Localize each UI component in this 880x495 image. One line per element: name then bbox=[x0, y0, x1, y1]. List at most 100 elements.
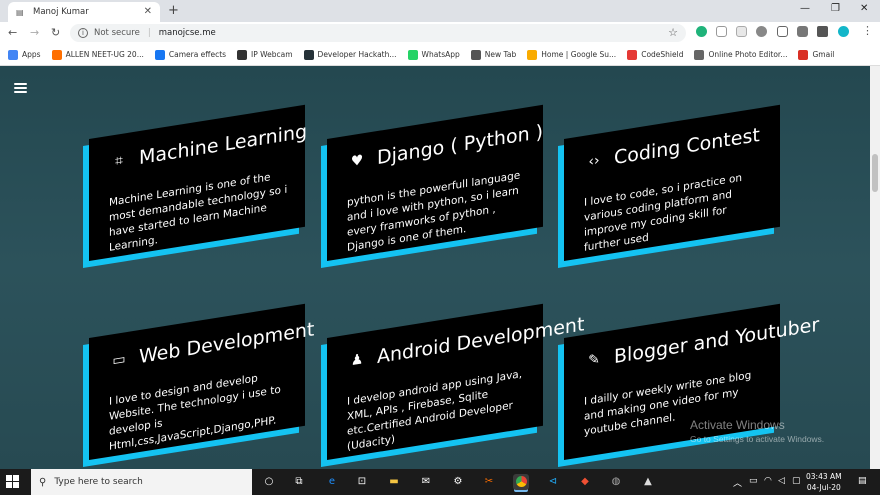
bookmark-label: Online Photo Editor... bbox=[708, 50, 788, 59]
tray-network-icon[interactable]: ▭ bbox=[749, 476, 758, 486]
bookmark-item[interactable]: Apps bbox=[8, 49, 41, 60]
bookmark-label: New Tab bbox=[484, 50, 517, 59]
snip-tool-icon[interactable]: ✂ bbox=[481, 474, 497, 490]
tray-chevron-up-icon[interactable]: ︿ bbox=[733, 476, 742, 489]
tab-title: Manoj Kumar bbox=[33, 7, 89, 17]
skill-card-icon: ▭ bbox=[112, 351, 126, 370]
address-bar[interactable]: i Not secure | manojcse.me ☆ bbox=[70, 24, 686, 42]
app-globe-icon[interactable]: ◍ bbox=[608, 474, 624, 490]
extension-page-icon[interactable] bbox=[736, 26, 747, 37]
bookmark-favicon-icon bbox=[407, 49, 418, 60]
skill-card-icon: ♟ bbox=[350, 351, 364, 370]
bookmark-favicon-icon bbox=[527, 49, 538, 60]
skill-card-title-text: Web Development bbox=[139, 318, 315, 369]
site-favicon-icon: ▤ bbox=[16, 7, 24, 17]
bookmark-item[interactable]: WhatsApp bbox=[407, 49, 460, 60]
bookmark-label: CodeShield bbox=[641, 50, 684, 59]
skill-card-body: ♟ Android Development I develop android ap… bbox=[327, 303, 584, 460]
cortana-icon[interactable]: ○ bbox=[261, 474, 277, 490]
bookmark-item[interactable]: New Tab bbox=[470, 49, 517, 60]
bookmark-favicon-icon bbox=[237, 49, 248, 60]
extension-gray-icon[interactable] bbox=[797, 26, 808, 37]
bookmark-label: Developer Hackath... bbox=[317, 50, 397, 59]
browser-titlebar: ▤ Manoj Kumar ✕ + — ❐ ✕ bbox=[0, 0, 880, 22]
tray-wifi-icon[interactable]: ◠ bbox=[764, 476, 772, 486]
skill-card-title-text: Coding Contest bbox=[614, 123, 760, 170]
windows-start-icon[interactable] bbox=[6, 475, 20, 489]
new-tab-plus-icon[interactable]: + bbox=[168, 3, 179, 18]
scrollbar-thumb[interactable] bbox=[872, 154, 878, 192]
extension-grammarly-icon[interactable] bbox=[696, 26, 707, 37]
vscode-icon[interactable]: ⊲ bbox=[545, 474, 561, 490]
bookmark-label: WhatsApp bbox=[421, 50, 460, 59]
tray-language-icon[interactable]: ▢ bbox=[792, 476, 801, 486]
search-placeholder: Type here to search bbox=[54, 477, 143, 487]
edge-browser-icon[interactable]: e bbox=[324, 474, 340, 490]
bookmark-star-icon[interactable]: ☆ bbox=[668, 26, 678, 39]
bookmark-label: Gmail bbox=[812, 50, 835, 59]
bookmark-item[interactable]: IP Webcam bbox=[237, 49, 293, 60]
skill-card-title: ‹› Coding Contest bbox=[586, 123, 760, 174]
skill-card-body: ‹› Coding Contest I love to code, so i pra… bbox=[564, 104, 780, 261]
notification-center-icon[interactable]: ▤ bbox=[858, 476, 867, 486]
bookmark-label: IP Webcam bbox=[251, 50, 293, 59]
bookmark-item[interactable]: Home | Google Su... bbox=[527, 49, 617, 60]
photos-icon[interactable]: ▲ bbox=[640, 474, 656, 490]
search-icon: ⚲ bbox=[39, 476, 47, 488]
hamburger-menu-icon[interactable] bbox=[14, 83, 27, 93]
reload-icon[interactable]: ↻ bbox=[51, 26, 60, 39]
forward-arrow-icon[interactable]: → bbox=[30, 26, 39, 39]
skill-card-title-text: Android Development bbox=[377, 313, 585, 369]
close-window-icon[interactable]: ✕ bbox=[860, 3, 868, 14]
close-tab-icon[interactable]: ✕ bbox=[144, 6, 152, 17]
git-icon[interactable]: ◆ bbox=[577, 474, 593, 490]
settings-gear-icon[interactable]: ⚙ bbox=[450, 474, 466, 490]
bookmark-item[interactable]: CodeShield bbox=[627, 49, 684, 60]
taskbar-search-box[interactable]: ⚲ Type here to search bbox=[31, 469, 252, 495]
browser-toolbar: ← → ↻ i Not secure | manojcse.me ☆ bbox=[0, 22, 880, 44]
skill-card-title: ♟ Android Development bbox=[349, 313, 585, 372]
bookmark-item[interactable]: Camera effects bbox=[154, 49, 227, 60]
watermark-line1: Activate Windows bbox=[690, 418, 785, 432]
bookmark-item[interactable]: ALLEN NEET-UG 20... bbox=[51, 49, 144, 60]
minimize-icon[interactable]: — bbox=[800, 3, 810, 14]
profile-avatar[interactable] bbox=[838, 26, 849, 37]
maximize-icon[interactable]: ❐ bbox=[831, 3, 840, 14]
bookmark-item[interactable]: Gmail bbox=[798, 49, 835, 60]
bookmark-label: Home | Google Su... bbox=[541, 50, 617, 59]
skill-card-body: ⌗ Machine Learning Machine Learning is one… bbox=[89, 104, 308, 261]
bookmark-favicon-icon bbox=[303, 49, 314, 60]
browser-menu-icon[interactable]: ⋮ bbox=[862, 24, 873, 37]
store-icon[interactable]: ⊡ bbox=[354, 474, 370, 490]
skill-card-title: ♥ Django ( Python ) bbox=[349, 121, 543, 174]
extension-blank-icon[interactable] bbox=[716, 26, 727, 37]
page-scrollbar[interactable] bbox=[870, 66, 880, 469]
skill-card-icon: ⌗ bbox=[115, 152, 123, 170]
taskbar-clock[interactable]: 03:43 AM 04-Jul-20 bbox=[806, 471, 842, 493]
bookmark-item[interactable]: Online Photo Editor... bbox=[694, 49, 788, 60]
skill-card-title-text: Machine Learning bbox=[139, 120, 308, 170]
bookmark-favicon-icon bbox=[798, 49, 809, 60]
chrome-browser-icon[interactable] bbox=[513, 474, 529, 490]
web-page: ⌗ Machine Learning Machine Learning is one… bbox=[0, 66, 870, 469]
skill-card-icon: ‹› bbox=[588, 152, 600, 171]
clock-date: 04-Jul-20 bbox=[806, 483, 841, 492]
skill-card-icon: ✎ bbox=[588, 351, 600, 370]
watermark-line2: Go to Settings to activate Windows. bbox=[690, 434, 825, 444]
bookmark-favicon-icon bbox=[154, 49, 165, 60]
tray-volume-icon[interactable]: ◁ bbox=[778, 476, 785, 486]
bookmark-label: Camera effects bbox=[168, 50, 227, 59]
mail-icon[interactable]: ✉ bbox=[418, 474, 434, 490]
file-explorer-icon[interactable]: ▬ bbox=[386, 474, 402, 490]
skill-card-description: Machine Learning is one of the most dema… bbox=[109, 171, 288, 254]
info-icon[interactable]: i bbox=[78, 28, 88, 38]
back-arrow-icon[interactable]: ← bbox=[8, 26, 17, 39]
browser-tab[interactable]: ▤ Manoj Kumar ✕ bbox=[8, 2, 160, 22]
extension-circle-icon[interactable] bbox=[756, 26, 767, 37]
bookmark-item[interactable]: Developer Hackath... bbox=[303, 49, 397, 60]
extensions-puzzle-icon[interactable] bbox=[817, 26, 828, 37]
bookmark-favicon-icon bbox=[8, 49, 18, 60]
extension-square-icon[interactable] bbox=[777, 26, 788, 37]
skill-card-icon: ♥ bbox=[350, 152, 364, 171]
task-view-icon[interactable]: ⧉ bbox=[291, 474, 307, 490]
